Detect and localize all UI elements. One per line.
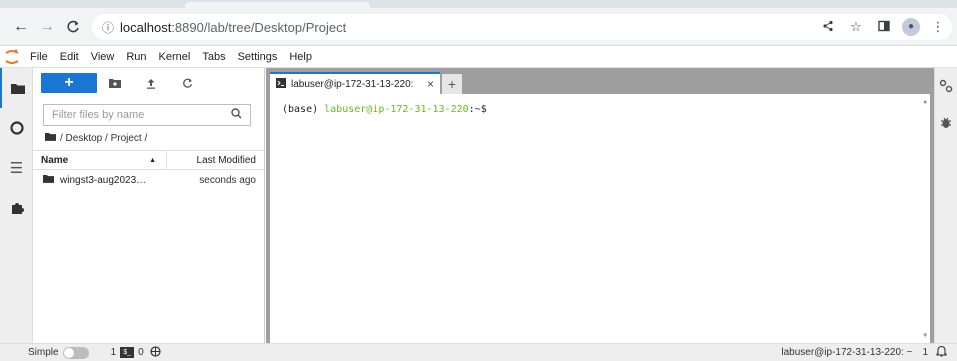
share-icon[interactable] <box>818 20 838 35</box>
running-sessions-icon[interactable] <box>0 108 33 148</box>
filter-files-input[interactable] <box>52 109 231 121</box>
debugger-bug-icon[interactable] <box>935 104 957 140</box>
breadcrumb-path[interactable]: / Desktop / Project / <box>60 133 147 144</box>
document-tabbar: labuser@ip-172-31-13-220: × + <box>270 72 930 94</box>
new-launcher-button[interactable]: + <box>41 73 97 93</box>
folder-icon <box>43 174 54 186</box>
status-count-terminals[interactable]: 0 <box>138 347 144 358</box>
upload-icon[interactable] <box>133 73 169 93</box>
search-icon <box>231 108 242 122</box>
list-item[interactable]: wingst3-aug2023… seconds ago <box>33 170 264 190</box>
side-panel-icon[interactable] <box>874 20 894 35</box>
jupyter-menubar: File Edit View Run Kernel Tabs Settings … <box>0 46 957 68</box>
file-browser-folder-icon[interactable] <box>0 68 33 108</box>
terminal-prompt-line: (base) labuser@ip-172-31-13-220:~$ <box>282 104 918 115</box>
menu-edit[interactable]: Edit <box>54 46 85 68</box>
terminal-status-icon: $_ <box>120 347 135 358</box>
column-name-label: Name <box>41 154 69 166</box>
left-activity-bar: ☰ <box>0 68 33 343</box>
menu-settings[interactable]: Settings <box>232 46 284 68</box>
bookmark-star-icon[interactable]: ☆ <box>846 19 866 35</box>
address-bar[interactable]: ⓘ localhost :8890/lab/tree/Desktop/Proje… <box>92 14 952 40</box>
file-modified: seconds ago <box>199 174 256 186</box>
terminal-icon <box>276 77 286 91</box>
back-icon[interactable]: ← <box>8 14 34 40</box>
menu-run[interactable]: Run <box>120 46 152 68</box>
property-inspector-gears-icon[interactable] <box>935 68 957 104</box>
tab-label: labuser@ip-172-31-13-220: <box>291 78 414 90</box>
terminal-prompt-suffix: :~$ <box>468 104 487 115</box>
url-host: localhost <box>120 19 172 35</box>
terminal-user-host: labuser@ip-172-31-13-220 <box>324 104 469 115</box>
file-name: wingst3-aug2023… <box>60 174 147 186</box>
refresh-icon[interactable] <box>169 73 205 93</box>
menu-tabs[interactable]: Tabs <box>196 46 231 68</box>
jupyter-logo-icon <box>0 46 24 68</box>
close-tab-icon[interactable]: × <box>427 77 434 91</box>
new-folder-icon[interactable] <box>97 73 133 93</box>
extensions-puzzle-icon[interactable] <box>0 188 33 228</box>
table-of-contents-icon[interactable]: ☰ <box>0 148 33 188</box>
notification-bell-icon[interactable] <box>936 345 947 360</box>
browser-tab-strip <box>0 0 957 8</box>
breadcrumb: / Desktop / Project / <box>33 126 264 150</box>
filter-files-input-wrapper <box>43 104 251 126</box>
add-tab-button[interactable]: + <box>442 74 462 94</box>
terminal-env: (base) <box>282 104 325 115</box>
kernel-globe-icon[interactable] <box>150 345 161 360</box>
status-bar: Simple 1 $_ 0 labuser@ip-172-31-13-220: … <box>0 343 957 361</box>
info-icon[interactable]: ⓘ <box>102 19 120 36</box>
menu-kernel[interactable]: Kernel <box>153 46 197 68</box>
main-dock-area: labuser@ip-172-31-13-220: × + (base) lab… <box>266 68 934 343</box>
simple-mode-label: Simple <box>28 347 59 358</box>
menu-help[interactable]: Help <box>283 46 318 68</box>
status-right-count: 1 <box>922 347 928 358</box>
status-count-kernels[interactable]: 1 <box>111 347 117 358</box>
sort-ascending-icon: ▲ <box>149 156 156 164</box>
right-activity-bar <box>934 68 957 343</box>
file-browser-panel: + / Desktop / Project / Name ▲ Last Modi… <box>33 68 265 343</box>
forward-icon[interactable]: → <box>34 14 60 40</box>
tab-terminal[interactable]: labuser@ip-172-31-13-220: × <box>270 72 440 94</box>
scroll-up-arrow-icon[interactable]: ▲ <box>923 98 927 105</box>
file-browser-toolbar: + <box>33 68 264 98</box>
browser-toolbar: ← → ⓘ localhost :8890/lab/tree/Desktop/P… <box>0 8 957 46</box>
menu-view[interactable]: View <box>85 46 121 68</box>
status-terminal-name: labuser@ip-172-31-13-220: ~ <box>781 347 913 358</box>
reload-icon[interactable] <box>60 14 86 40</box>
column-name-header[interactable]: Name ▲ <box>33 151 167 169</box>
column-modified-header[interactable]: Last Modified <box>167 155 264 166</box>
terminal-content[interactable]: (base) labuser@ip-172-31-13-220:~$ ▲ ▼ <box>270 94 930 343</box>
file-list-header: Name ▲ Last Modified <box>33 150 264 170</box>
menu-kebab-icon[interactable]: ⋮ <box>928 19 948 35</box>
home-folder-icon[interactable] <box>45 132 56 144</box>
profile-avatar-icon[interactable]: ● <box>902 18 920 36</box>
scroll-down-arrow-icon[interactable]: ▼ <box>923 332 927 339</box>
menu-file[interactable]: File <box>24 46 54 68</box>
url-path: :8890/lab/tree/Desktop/Project <box>171 19 347 35</box>
simple-mode-toggle[interactable] <box>62 346 89 359</box>
